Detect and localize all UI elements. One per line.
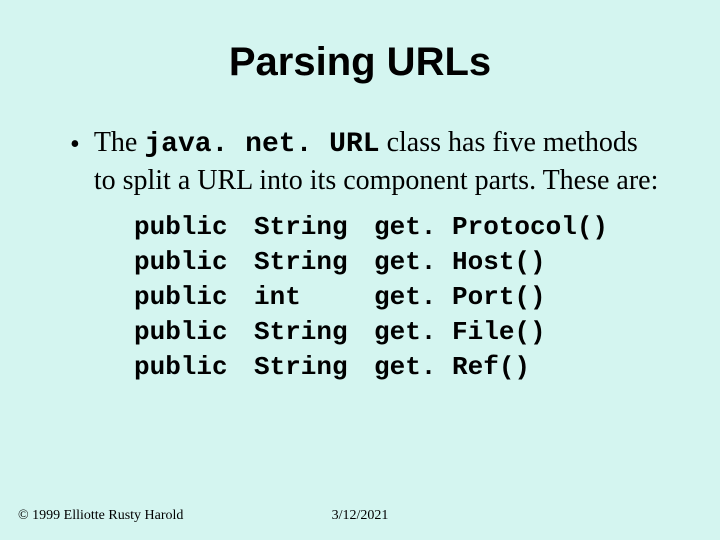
method-modifier: public [134,210,254,245]
method-type: String [254,245,374,280]
method-modifier: public [134,315,254,350]
method-type: String [254,210,374,245]
slide-footer: © 1999 Elliotte Rusty Harold 3/12/2021 [18,508,702,524]
method-modifier: public [134,350,254,385]
method-modifier: public [134,280,254,315]
bullet-item: • The java. net. URL class has five meth… [70,125,660,200]
method-name: get. Protocol() [374,210,608,245]
slide-body: • The java. net. URL class has five meth… [0,105,720,385]
method-name: get. Port() [374,280,546,315]
method-type: String [254,315,374,350]
bullet-text-pre: The [94,127,145,158]
method-row: public String get. Host() [134,245,660,280]
method-name: get. Ref() [374,350,530,385]
method-type: String [254,350,374,385]
method-type: int [254,280,374,315]
footer-copyright: © 1999 Elliotte Rusty Harold [18,508,183,524]
method-name: get. File() [374,315,546,350]
slide-title: Parsing URLs [0,0,720,105]
slide: Parsing URLs • The java. net. URL class … [0,0,720,540]
method-list: public String get. Protocol() public Str… [134,210,660,385]
bullet-dot-icon: • [70,125,80,163]
method-row: public String get. Protocol() [134,210,660,245]
method-name: get. Host() [374,245,546,280]
inline-code: java. net. URL [144,129,379,160]
bullet-text: The java. net. URL class has five method… [94,125,660,200]
method-row: public String get. File() [134,315,660,350]
method-modifier: public [134,245,254,280]
method-row: public int get. Port() [134,280,660,315]
method-row: public String get. Ref() [134,350,660,385]
footer-date: 3/12/2021 [332,508,389,524]
